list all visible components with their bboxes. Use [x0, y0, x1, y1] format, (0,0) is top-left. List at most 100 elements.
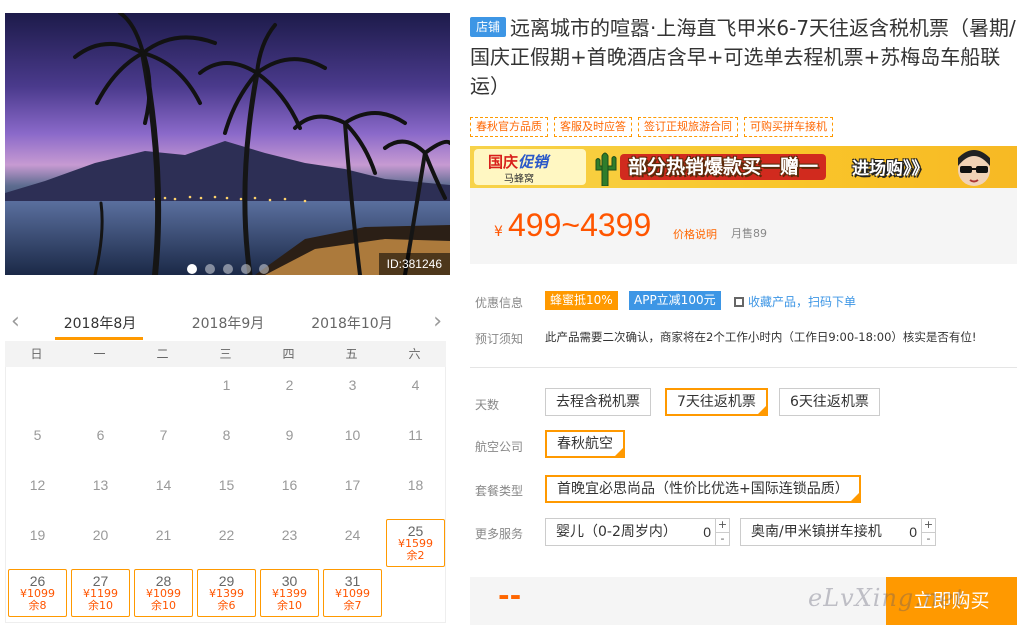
calendar-day-number: 2 [285, 377, 294, 393]
calendar-month-tab-0[interactable]: 2018年8月 [55, 313, 145, 333]
price-panel: ¥ 499~4399 价格说明 月售89 [470, 188, 1017, 264]
weekday-label: 三 [219, 347, 232, 361]
calendar-day-remaining: 余7 [343, 599, 362, 612]
calendar-day: 20 [71, 519, 130, 567]
calendar-day: 3 [323, 369, 382, 417]
calendar-day-number: 4 [411, 377, 420, 393]
calendar-day-number: 9 [285, 427, 294, 443]
image-id-label: ID:381246 [378, 253, 450, 275]
weekday-label: 二 [156, 347, 169, 361]
calendar-day: 7 [134, 419, 193, 467]
infant-decrement-button[interactable]: - [716, 532, 729, 545]
carousel-dot[interactable] [223, 264, 233, 274]
pickup-increment-button[interactable]: + [922, 519, 935, 532]
chevron-left-icon[interactable]: ‹ [11, 311, 20, 333]
cactus-icon [595, 152, 617, 186]
calendar-day-available[interactable]: 30 ¥1399 余10 [260, 569, 319, 617]
calendar-day: 4 [386, 369, 445, 417]
carousel-dot[interactable] [205, 264, 215, 274]
days-option-oneway[interactable]: 去程含税机票 [545, 388, 651, 416]
mafengwo-logo-text: 马蜂窝 [504, 174, 534, 185]
calendar-day-available[interactable]: 25 ¥1599 余2 [386, 519, 445, 567]
airline-option-spring[interactable]: 春秋航空 [545, 430, 625, 458]
calendar-day-number: 18 [407, 477, 424, 493]
service-tag: 春秋官方品质 [470, 117, 548, 137]
days-option-7day[interactable]: 7天往返机票 [665, 388, 768, 416]
service-tag: 签订正规旅游合同 [638, 117, 738, 137]
service-tags: 春秋官方品质 客服及时应答 签订正规旅游合同 可购买拼车接机 [470, 117, 833, 137]
calendar-day: 10 [323, 419, 382, 467]
chevron-right-icon[interactable]: › [433, 311, 442, 333]
calendar-day: 23 [260, 519, 319, 567]
airline-label: 航空公司 [475, 440, 524, 454]
watermark-logo: eLvXing.net [808, 584, 966, 612]
calendar-day-number: 17 [344, 477, 361, 493]
package-label: 套餐类型 [475, 484, 524, 498]
calendar-month-tab-1[interactable]: 2018年9月 [183, 313, 273, 333]
calendar-day-number: 5 [33, 427, 42, 443]
calendar-day-number: 22 [218, 527, 235, 543]
promo-banner[interactable]: 国庆促销 马蜂窝 部分热销爆款买一赠一 进场购》》 [470, 146, 1017, 188]
offers-label: 优惠信息 [475, 296, 524, 310]
weekday-label: 四 [282, 347, 295, 361]
calendar-day-remaining: 余2 [406, 549, 425, 562]
days-option-6day[interactable]: 6天往返机票 [779, 388, 880, 416]
calendar-day: 16 [260, 469, 319, 517]
calendar-day-remaining: 余6 [217, 599, 236, 612]
weekday-label: 六 [408, 347, 421, 361]
calendar-day-number: 27 [92, 573, 109, 589]
calendar-day-number: 26 [29, 573, 46, 589]
calendar-day-number: 23 [281, 527, 298, 543]
carousel-dot[interactable] [241, 264, 251, 274]
qr-code-icon [734, 297, 744, 307]
honey-discount-badge: 蜂蜜抵10% [545, 291, 618, 310]
promo-enter-link[interactable]: 进场购》》 [852, 154, 929, 179]
carousel-dot[interactable] [187, 264, 197, 274]
calendar-day-number: 31 [344, 573, 361, 589]
carousel-dot[interactable] [259, 264, 269, 274]
booking-notice-text: 此产品需要二次确认，商家将在2个工作小时内（工作日9:00-18:00）核实是否… [545, 330, 977, 344]
calendar-day: 19 [8, 519, 67, 567]
total-price: -- [498, 579, 522, 612]
calendar-weekday-header: 日 一 二 三 四 五 六 [5, 341, 446, 367]
calendar-day-number: 12 [29, 477, 46, 493]
calendar-day: 9 [260, 419, 319, 467]
calendar-day: 11 [386, 419, 445, 467]
calendar-grid: 1 2 3 4 5 6 7 8 9 10 11 12 13 14 15 16 17 18 19 20 21 22 23 24 2… [5, 367, 446, 623]
calendar-day-remaining: 余10 [88, 599, 113, 612]
app-discount-badge: APP立减100元 [629, 291, 721, 310]
calendar-day-number: 16 [281, 477, 298, 493]
calendar-day-number: 13 [92, 477, 109, 493]
carousel-dots[interactable] [187, 264, 269, 274]
pickup-quantity[interactable]: 0 [909, 519, 917, 545]
booking-notice-label: 预订须知 [475, 332, 524, 346]
infant-stepper[interactable]: 婴儿（0-2周岁内） 0 + - [545, 518, 730, 546]
pickup-decrement-button[interactable]: - [922, 532, 935, 545]
calendar-day: 8 [197, 419, 256, 467]
calendar-day-available[interactable]: 28 ¥1099 余10 [134, 569, 193, 617]
package-option-ibis[interactable]: 首晚宜必思尚品（性价比优选+国际连锁品质） [545, 475, 861, 503]
infant-increment-button[interactable]: + [716, 519, 729, 532]
calendar-day-number: 28 [155, 573, 172, 589]
calendar-day: 5 [8, 419, 67, 467]
calendar-day: 13 [71, 469, 130, 517]
infant-quantity[interactable]: 0 [703, 519, 711, 545]
calendar-month-tab-2[interactable]: 2018年10月 [307, 313, 397, 333]
calendar-day-number: 29 [218, 573, 235, 589]
calendar-day: 22 [197, 519, 256, 567]
price-explanation-link[interactable]: 价格说明 [673, 226, 717, 242]
calendar-day: 6 [71, 419, 130, 467]
pickup-stepper[interactable]: 奥南/甲米镇拼车接机 0 + - [740, 518, 936, 546]
calendar-day-available[interactable]: 29 ¥1399 余6 [197, 569, 256, 617]
calendar-day-available[interactable]: 31 ¥1099 余7 [323, 569, 382, 617]
product-image-carousel[interactable]: ID:381246 [5, 13, 450, 275]
shop-badge[interactable]: 店铺 [470, 17, 507, 37]
calendar-day-available[interactable]: 26 ¥1099 余8 [8, 569, 67, 617]
currency-symbol: ¥ [494, 224, 503, 240]
more-services-label: 更多服务 [475, 527, 524, 541]
product-title-block: 店铺 远离城市的喧嚣·上海直飞甲米6-7天往返含税机票（暑期/国庆正假期+首晚酒店… [470, 14, 1018, 101]
calendar-day-number: 21 [155, 527, 172, 543]
calendar-day-available[interactable]: 27 ¥1199 余10 [71, 569, 130, 617]
sunglasses-face-icon [958, 150, 990, 186]
favorite-scan-link[interactable]: 收藏产品，扫码下单 [734, 293, 856, 310]
